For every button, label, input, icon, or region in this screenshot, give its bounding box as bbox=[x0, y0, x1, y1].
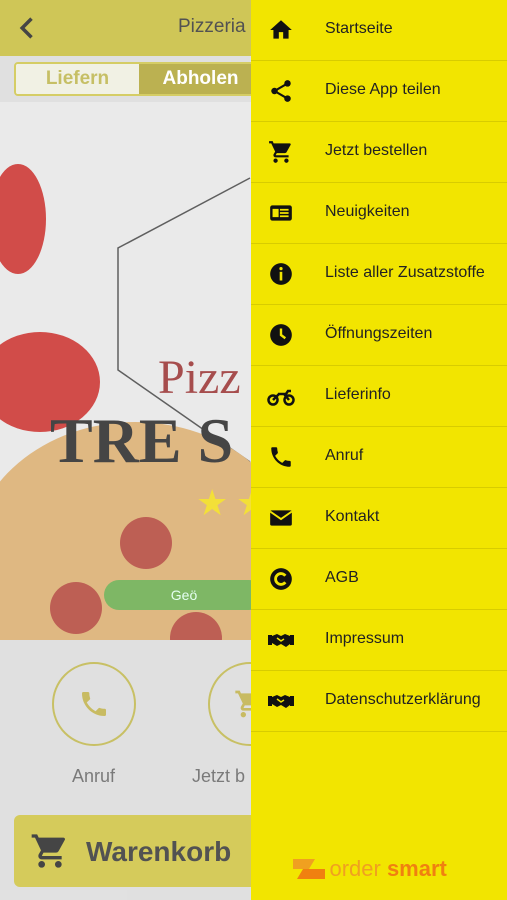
info-icon bbox=[270, 263, 292, 285]
drawer-item-opening-hours[interactable]: Öffnungszeiten bbox=[251, 305, 507, 366]
brand-name-part2: smart bbox=[386, 856, 447, 881]
drawer-item-label: Neuigkeiten bbox=[325, 203, 410, 220]
envelope-icon bbox=[269, 510, 293, 526]
drawer-item-contact[interactable]: Kontakt bbox=[251, 488, 507, 549]
side-drawer: Startseite Diese App teilen Jetzt bestel… bbox=[251, 0, 507, 900]
drawer-item-additives[interactable]: Liste aller Zusatzstoffe bbox=[251, 244, 507, 305]
drawer-item-label: Impressum bbox=[325, 630, 405, 647]
drawer-item-label: Startseite bbox=[325, 20, 393, 37]
cart-icon bbox=[269, 141, 291, 163]
drawer-item-label: Diese App teilen bbox=[325, 81, 441, 98]
drawer-item-share[interactable]: Diese App teilen bbox=[251, 61, 507, 122]
drawer-item-label: Liste aller Zusatzstoffe bbox=[325, 264, 485, 281]
drawer-item-label: Lieferinfo bbox=[325, 386, 391, 403]
drawer-item-label: Datenschutzerklärung bbox=[325, 691, 481, 708]
drawer-item-delivery-info[interactable]: Lieferinfo bbox=[251, 366, 507, 427]
drawer-item-label: Jetzt bestellen bbox=[325, 142, 428, 159]
drawer-item-call[interactable]: Anruf bbox=[251, 427, 507, 488]
drawer-item-privacy[interactable]: Datenschutzerklärung bbox=[251, 671, 507, 732]
drawer-item-label: Kontakt bbox=[325, 508, 380, 525]
drawer-item-label: Anruf bbox=[325, 447, 364, 464]
news-icon bbox=[270, 205, 292, 221]
drawer-item-order[interactable]: Jetzt bestellen bbox=[251, 122, 507, 183]
handshake-icon bbox=[268, 634, 294, 647]
clock-icon bbox=[270, 324, 292, 346]
ordersmart-logo: order smart bbox=[293, 856, 463, 886]
share-icon bbox=[271, 80, 291, 102]
motorcycle-icon bbox=[267, 389, 295, 406]
handshake-icon bbox=[268, 695, 294, 708]
drawer-item-label: AGB bbox=[325, 569, 359, 586]
phone-icon bbox=[271, 447, 291, 467]
drawer-item-news[interactable]: Neuigkeiten bbox=[251, 183, 507, 244]
drawer-item-terms[interactable]: AGB bbox=[251, 549, 507, 610]
drawer-item-label: Öffnungszeiten bbox=[325, 325, 433, 342]
copyright-icon bbox=[270, 568, 292, 590]
home-icon bbox=[270, 20, 292, 39]
ordersmart-logo-icon bbox=[293, 859, 325, 879]
brand-name-part1: order bbox=[329, 856, 387, 881]
drawer-item-imprint[interactable]: Impressum bbox=[251, 610, 507, 671]
drawer-item-home[interactable]: Startseite bbox=[251, 0, 507, 61]
